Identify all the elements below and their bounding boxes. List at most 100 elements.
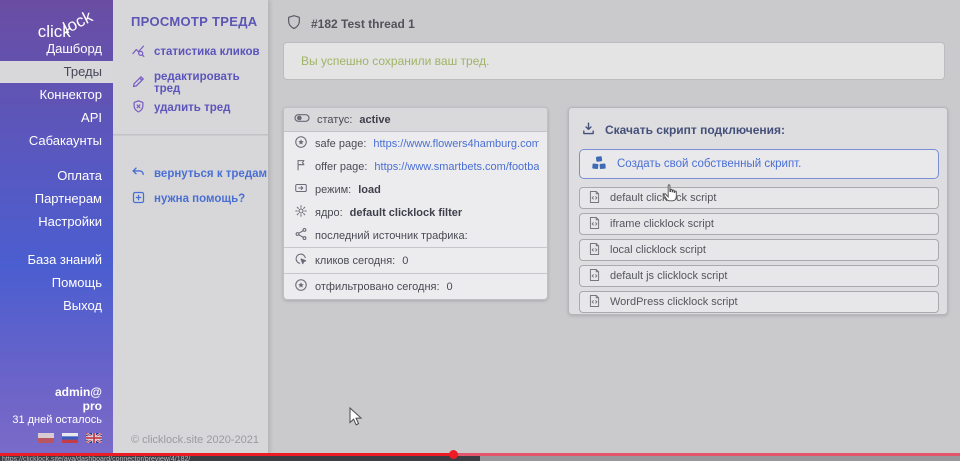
- shield-icon: [286, 13, 302, 34]
- app-window: clicklock Дашборд Треды Коннектор API Са…: [0, 0, 960, 461]
- account-info: admin@ pro 31 дней осталось: [12, 385, 102, 427]
- success-alert: Вы успешно сохранили ваш тред.: [283, 42, 945, 80]
- help-plus-icon: [131, 190, 146, 208]
- file-code-icon: [588, 190, 601, 207]
- clicks-today-label: кликов сегодня:: [315, 255, 395, 267]
- browser-status-url: https://clicklock.site/ava/dashboard/con…: [0, 456, 480, 461]
- offer-page-label: offer page:: [315, 161, 367, 173]
- script-button-label: default clicklock script: [610, 192, 716, 204]
- status-value: active: [359, 114, 390, 126]
- back-to-threads-label: вернуться к тредам: [154, 168, 267, 180]
- thread-status-card: статус: active safe page: https://www.fl…: [283, 107, 548, 300]
- thread-title: #182 Test thread 1: [311, 17, 415, 31]
- language-switcher: [38, 433, 102, 443]
- sidebar-nav: Дашборд Треды Коннектор API Сабакаунты О…: [0, 38, 113, 318]
- sidebar-item-help[interactable]: Помощь: [0, 272, 113, 294]
- share-icon: [294, 227, 308, 244]
- account-days-left: 31 дней осталось: [12, 413, 102, 427]
- page-title: #182 Test thread 1: [286, 13, 415, 34]
- submenu-divider: [113, 134, 268, 136]
- traffic-source-row: последний источник трафика:: [284, 224, 547, 247]
- script-button-default[interactable]: default clicklock script: [579, 187, 939, 209]
- script-button-local[interactable]: local clicklock script: [579, 239, 939, 261]
- need-help-link[interactable]: нужна помощь?: [131, 190, 245, 208]
- offer-page-link[interactable]: https://www.smartbets.com/football/tea..…: [374, 161, 539, 173]
- core-label: ядро:: [315, 207, 343, 219]
- sidebar-item-threads[interactable]: Треды: [0, 61, 113, 83]
- core-value: default clicklock filter: [350, 207, 462, 219]
- back-to-threads-link[interactable]: вернуться к тредам: [131, 165, 267, 183]
- scripts-panel-header: Скачать скрипт подключения:: [581, 121, 937, 139]
- clicks-today-value: 0: [402, 255, 408, 267]
- filtered-today-label: отфильтровано сегодня:: [315, 281, 440, 293]
- blocks-icon: [590, 155, 608, 174]
- sidebar-item-partners[interactable]: Партнерам: [0, 188, 113, 210]
- submenu-item-label: редактировать тред: [154, 71, 268, 95]
- click-cursor-icon: [294, 252, 308, 269]
- offer-page-row: offer page: https://www.smartbets.com/fo…: [284, 155, 547, 178]
- main-content: #182 Test thread 1 Вы успешно сохранили …: [268, 0, 960, 461]
- sidebar-item-settings[interactable]: Настройки: [0, 211, 113, 233]
- progress-played: [0, 453, 453, 456]
- status-header: статус: active: [284, 108, 547, 132]
- toggle-icon: [294, 112, 310, 127]
- flag-icon: [294, 158, 308, 175]
- script-button-wordpress[interactable]: WordPress clicklock script: [579, 291, 939, 313]
- download-icon: [581, 121, 596, 139]
- traffic-source-label: последний источник трафика:: [315, 230, 468, 242]
- back-icon: [131, 165, 146, 183]
- mode-icon: [294, 181, 308, 198]
- uk-flag[interactable]: [86, 433, 102, 443]
- safe-page-row: safe page: https://www.flowers4hamburg.c…: [284, 132, 547, 155]
- submenu-item-label: удалить тред: [154, 102, 230, 114]
- file-code-icon: [588, 216, 601, 233]
- sidebar-item-knowledge-base[interactable]: База знаний: [0, 249, 113, 271]
- success-alert-text: Вы успешно сохранили ваш тред.: [301, 54, 489, 68]
- status-label: статус:: [317, 114, 352, 126]
- sidebar-item-connector[interactable]: Коннектор: [0, 84, 113, 106]
- filtered-today-row: отфильтровано сегодня: 0: [284, 273, 547, 299]
- submenu-item-delete-thread[interactable]: удалить тред: [131, 99, 230, 117]
- script-button-label: iframe clicklock script: [610, 218, 714, 230]
- file-code-icon: [588, 294, 601, 311]
- file-code-icon: [588, 242, 601, 259]
- download-scripts-panel: Скачать скрипт подключения: Создать свой…: [568, 107, 948, 315]
- video-progress-bar[interactable]: [0, 453, 960, 456]
- clicks-today-row: кликов сегодня: 0: [284, 247, 547, 273]
- bottom-strip: https://clicklock.site/ava/dashboard/con…: [0, 456, 960, 461]
- gear-icon: [294, 204, 308, 221]
- badge-star-icon: [294, 278, 308, 295]
- account-plan: pro: [12, 399, 102, 413]
- script-button-iframe[interactable]: iframe clicklock script: [579, 213, 939, 235]
- sidebar-item-payment[interactable]: Оплата: [0, 165, 113, 187]
- pencil-icon: [131, 74, 146, 92]
- mode-row: режим: load: [284, 178, 547, 201]
- need-help-label: нужна помощь?: [154, 193, 245, 205]
- sidebar-item-subaccounts[interactable]: Сабакаунты: [0, 130, 113, 152]
- sidebar-item-logout[interactable]: Выход: [0, 295, 113, 317]
- script-button-label: local clicklock script: [610, 244, 706, 256]
- badge-star-icon: [294, 135, 308, 152]
- submenu-title: ПРОСМОТР ТРЕДА: [131, 14, 257, 29]
- account-email: admin@: [12, 385, 102, 399]
- submenu-item-label: статистика кликов: [154, 46, 260, 58]
- core-row: ядро: default clicklock filter: [284, 201, 547, 224]
- scripts-panel-title: Скачать скрипт подключения:: [605, 123, 785, 137]
- sidebar-item-dashboard[interactable]: Дашборд: [0, 38, 113, 60]
- sidebar: clicklock Дашборд Треды Коннектор API Са…: [0, 0, 113, 461]
- submenu-item-edit-thread[interactable]: редактировать тред: [131, 71, 268, 95]
- script-button-default-js[interactable]: default js clicklock script: [579, 265, 939, 287]
- submenu-item-click-stats[interactable]: статистика кликов: [131, 43, 260, 61]
- filtered-today-value: 0: [447, 281, 453, 293]
- progress-scrubber[interactable]: [449, 450, 458, 459]
- copyright: © clicklock.site 2020-2021: [131, 434, 259, 446]
- russian-flag[interactable]: [62, 433, 78, 443]
- safe-page-link[interactable]: https://www.flowers4hamburg.com/: [373, 138, 539, 150]
- shield-x-icon: [131, 99, 146, 117]
- create-custom-script-button[interactable]: Создать свой собственный скрипт.: [579, 149, 939, 179]
- sidebar-item-api[interactable]: API: [0, 107, 113, 129]
- create-custom-script-label: Создать свой собственный скрипт.: [617, 158, 801, 170]
- thread-submenu: ПРОСМОТР ТРЕДА статистика кликов редакти…: [113, 0, 268, 461]
- polish-flag[interactable]: [38, 433, 54, 443]
- mode-value: load: [358, 184, 381, 196]
